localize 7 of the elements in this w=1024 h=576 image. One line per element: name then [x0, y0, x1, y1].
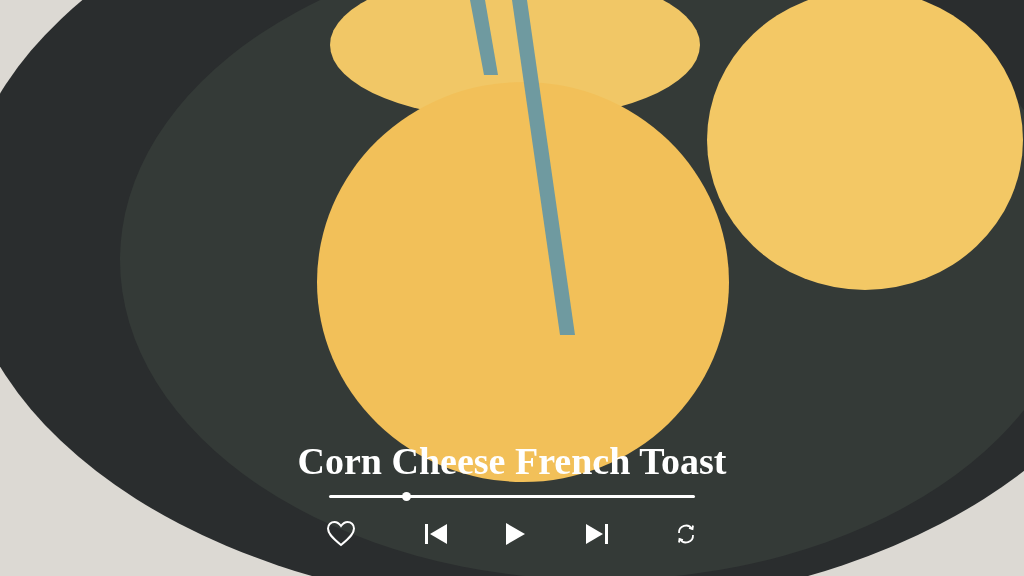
previous-icon[interactable] [425, 524, 447, 544]
next-icon[interactable] [586, 524, 608, 544]
heart-icon[interactable] [327, 521, 355, 547]
progress-track[interactable] [329, 495, 695, 498]
progress-thumb[interactable] [401, 492, 411, 501]
play-icon[interactable] [506, 523, 525, 545]
repeat-icon[interactable] [675, 523, 697, 545]
